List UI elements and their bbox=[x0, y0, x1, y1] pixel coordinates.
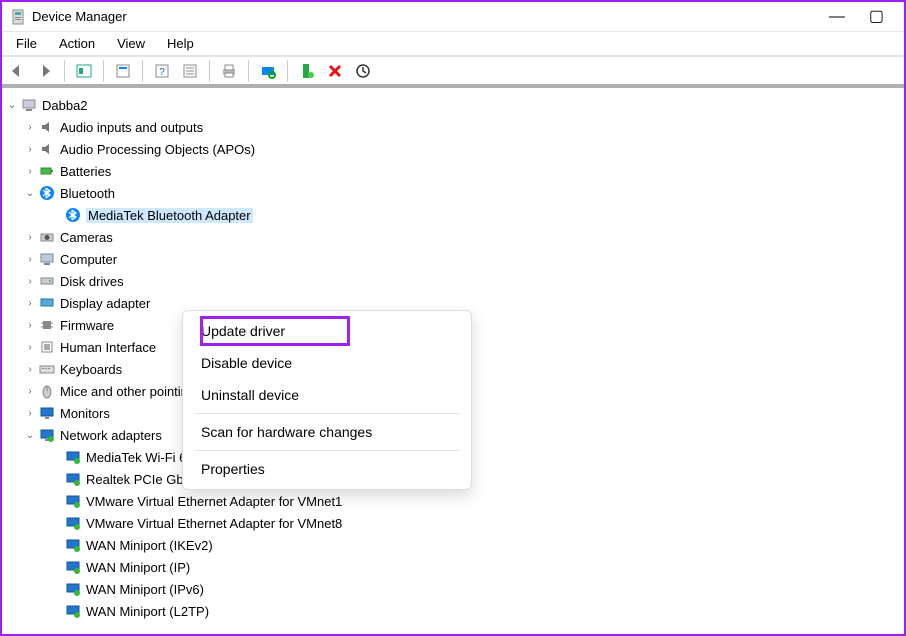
network-icon bbox=[64, 493, 82, 509]
window-title: Device Manager bbox=[32, 9, 127, 24]
menu-bar: File Action View Help bbox=[2, 32, 904, 56]
device-tree[interactable]: ⌄ Dabba2 › Audio inputs and outputs › Au… bbox=[2, 88, 904, 630]
separator bbox=[195, 450, 459, 451]
tree-item-batteries[interactable]: › Batteries bbox=[6, 160, 900, 182]
context-menu: Update driver Disable device Uninstall d… bbox=[182, 310, 472, 490]
collapse-icon[interactable]: ⌄ bbox=[24, 430, 36, 441]
minimize-button[interactable]: — bbox=[829, 9, 845, 25]
tree-root-label: Dabba2 bbox=[42, 98, 88, 113]
network-icon bbox=[38, 427, 56, 443]
scan-hardware-icon[interactable] bbox=[257, 60, 279, 82]
expand-icon[interactable]: › bbox=[24, 298, 36, 309]
expand-icon[interactable]: › bbox=[24, 276, 36, 287]
context-update-driver[interactable]: Update driver bbox=[183, 315, 471, 347]
network-icon bbox=[64, 603, 82, 619]
camera-icon bbox=[38, 229, 56, 245]
network-icon bbox=[64, 449, 82, 465]
title-bar: Device Manager — ▢ bbox=[2, 2, 904, 32]
chip-icon bbox=[38, 317, 56, 333]
keyboard-icon bbox=[38, 361, 56, 377]
app-icon bbox=[10, 9, 26, 25]
help-icon[interactable]: ? bbox=[151, 60, 173, 82]
tree-root[interactable]: ⌄ Dabba2 bbox=[6, 94, 900, 116]
network-icon bbox=[64, 537, 82, 553]
context-disable-device[interactable]: Disable device bbox=[183, 347, 471, 379]
computer-icon bbox=[20, 97, 38, 113]
menu-view[interactable]: View bbox=[107, 34, 155, 53]
menu-file[interactable]: File bbox=[6, 34, 47, 53]
context-properties[interactable]: Properties bbox=[183, 453, 471, 485]
collapse-icon[interactable]: ⌄ bbox=[6, 100, 18, 111]
menu-help[interactable]: Help bbox=[157, 34, 204, 53]
tree-item-net-wan-l2tp[interactable]: WAN Miniport (L2TP) bbox=[6, 600, 900, 622]
show-hide-console-tree-icon[interactable] bbox=[73, 60, 95, 82]
uninstall-icon[interactable] bbox=[324, 60, 346, 82]
bluetooth-icon bbox=[64, 207, 82, 223]
svg-text:?: ? bbox=[159, 67, 165, 78]
network-icon bbox=[64, 581, 82, 597]
expand-icon[interactable]: › bbox=[24, 364, 36, 375]
tree-item-net-wan-ipv6[interactable]: WAN Miniport (IPv6) bbox=[6, 578, 900, 600]
tree-item-audio-io[interactable]: › Audio inputs and outputs bbox=[6, 116, 900, 138]
expand-icon[interactable]: › bbox=[24, 320, 36, 331]
expand-icon[interactable]: › bbox=[24, 386, 36, 397]
expand-icon[interactable]: › bbox=[24, 408, 36, 419]
network-icon bbox=[64, 515, 82, 531]
tree-item-net-wan-ikev2[interactable]: WAN Miniport (IKEv2) bbox=[6, 534, 900, 556]
expand-icon[interactable]: › bbox=[24, 232, 36, 243]
print-icon[interactable] bbox=[218, 60, 240, 82]
speaker-icon bbox=[38, 119, 56, 135]
disk-icon bbox=[38, 273, 56, 289]
tree-item-net-vmnet1[interactable]: VMware Virtual Ethernet Adapter for VMne… bbox=[6, 490, 900, 512]
tree-item-computer[interactable]: › Computer bbox=[6, 248, 900, 270]
back-icon[interactable] bbox=[6, 60, 28, 82]
tree-item-bluetooth[interactable]: ⌄ Bluetooth bbox=[6, 182, 900, 204]
tree-item-bt-adapter[interactable]: MediaTek Bluetooth Adapter bbox=[6, 204, 900, 226]
context-uninstall-device[interactable]: Uninstall device bbox=[183, 379, 471, 411]
pc-icon bbox=[38, 251, 56, 267]
expand-icon[interactable]: › bbox=[24, 166, 36, 177]
properties-icon[interactable] bbox=[112, 60, 134, 82]
tree-item-apo[interactable]: › Audio Processing Objects (APOs) bbox=[6, 138, 900, 160]
battery-icon bbox=[38, 163, 56, 179]
network-icon bbox=[64, 471, 82, 487]
expand-icon[interactable]: › bbox=[24, 254, 36, 265]
tree-item-label: MediaTek Bluetooth Adapter bbox=[86, 208, 253, 223]
toolbar: ? bbox=[2, 56, 904, 88]
gpu-icon bbox=[38, 295, 56, 311]
expand-icon[interactable]: › bbox=[24, 144, 36, 155]
tree-item-net-wan-ip[interactable]: WAN Miniport (IP) bbox=[6, 556, 900, 578]
tree-item-net-vmnet8[interactable]: VMware Virtual Ethernet Adapter for VMne… bbox=[6, 512, 900, 534]
mouse-icon bbox=[38, 383, 56, 399]
menu-action[interactable]: Action bbox=[49, 34, 105, 53]
collapse-icon[interactable]: ⌄ bbox=[24, 188, 36, 199]
add-driver-icon[interactable] bbox=[296, 60, 318, 82]
tree-item-disk[interactable]: › Disk drives bbox=[6, 270, 900, 292]
forward-icon[interactable] bbox=[34, 60, 56, 82]
monitor-icon bbox=[38, 405, 56, 421]
separator bbox=[195, 413, 459, 414]
tree-item-cameras[interactable]: › Cameras bbox=[6, 226, 900, 248]
hid-icon bbox=[38, 339, 56, 355]
action-list-icon[interactable] bbox=[179, 60, 201, 82]
speaker-icon bbox=[38, 141, 56, 157]
expand-icon[interactable]: › bbox=[24, 342, 36, 353]
update-driver-icon[interactable] bbox=[352, 60, 374, 82]
maximize-button[interactable]: ▢ bbox=[869, 9, 884, 25]
context-scan-hardware[interactable]: Scan for hardware changes bbox=[183, 416, 471, 448]
network-icon bbox=[64, 559, 82, 575]
expand-icon[interactable]: › bbox=[24, 122, 36, 133]
bluetooth-icon bbox=[38, 185, 56, 201]
